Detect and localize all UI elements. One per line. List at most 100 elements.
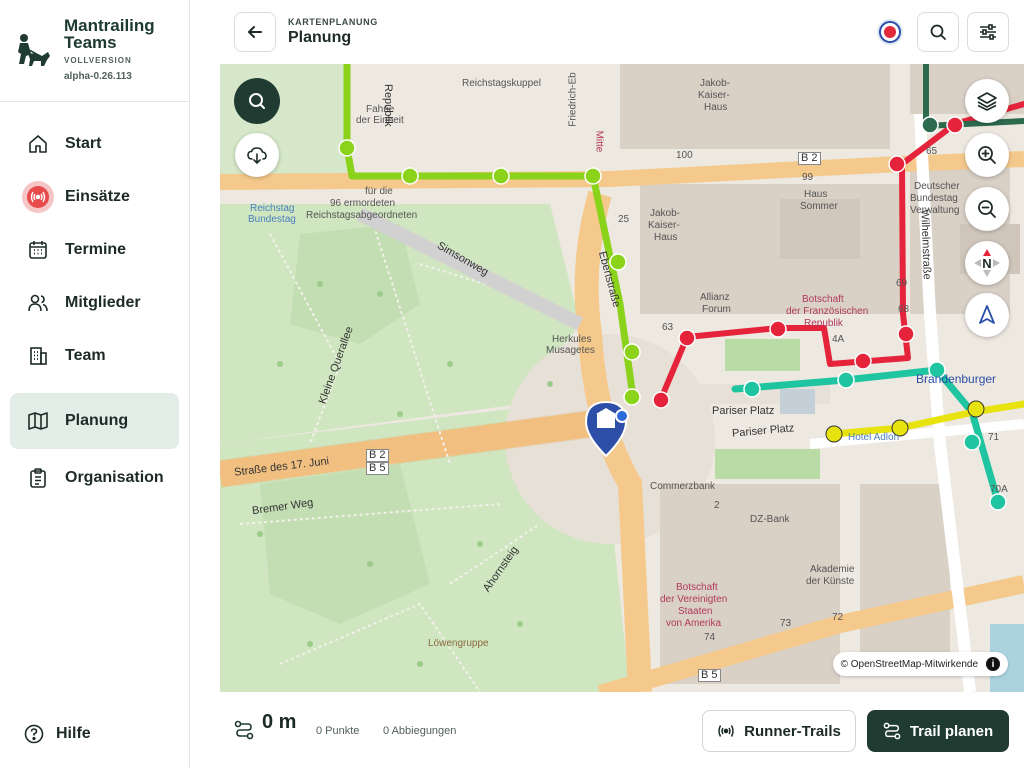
arrow-left-icon [248,26,262,38]
map-label: Reichstag [250,203,295,214]
sliders-icon [980,24,996,40]
top-bar: KARTENPLANUNG Planung [190,0,1024,64]
sidebar-item-start[interactable]: Start [10,122,179,166]
sidebar-item-termine[interactable]: Termine [10,228,179,272]
map-label: 72 [832,612,844,623]
road-shield: B 5 [698,669,721,682]
map-label: 63 [662,322,674,333]
map-label: Wilhelmstraße [918,209,933,280]
layers-icon [977,92,997,111]
map-label: Reichstagsabgeordneten [306,210,418,221]
sidebar-item-label: Termine [65,241,127,258]
brand-header: Mantrailing Teams VOLLVERSION alpha-0.26… [0,0,189,102]
sidebar: Mantrailing Teams VOLLVERSION alpha-0.26… [0,0,190,768]
zoom-out-button[interactable] [965,187,1009,231]
map-label: Sommer [800,201,838,212]
map-view[interactable]: Reichstagskuppel Fahne der Einheit Repub… [220,64,1024,692]
map-label: 2 [714,500,720,511]
map-label: Botschaft [802,294,844,305]
sidebar-item-planung[interactable]: Planung [10,393,179,449]
broadcast-icon [718,725,734,737]
search-icon [249,93,265,109]
runner-trails-label: Runner-Trails [744,722,841,740]
map-label: Bundestag [248,214,296,225]
plan-trail-button[interactable]: Trail planen [867,710,1009,752]
map-label: Akademie [810,564,855,575]
map-label: 25 [618,214,630,225]
map-label: Kaiser- [648,220,680,231]
map-label: Friedrich-Eb [567,72,579,127]
record-icon [877,19,903,45]
sidebar-item-mitglieder[interactable]: Mitglieder [10,281,179,325]
map-label: 69 [896,278,908,289]
map-icon [27,410,49,432]
app-name: Mantrailing Teams [64,16,155,52]
compass-button[interactable]: N [965,241,1009,285]
map-label: Commerzbank [650,481,716,492]
info-icon[interactable]: i [986,657,1000,671]
zoom-out-icon [978,200,996,218]
sidebar-item-einsaetze[interactable]: Einsätze [10,175,179,219]
zoom-in-icon [978,146,996,164]
bottom-bar: 0 m 0 Punkte 0 Abbiegungen Runner-Trails… [190,692,1024,768]
map-label: Hotel Adlon [848,432,900,443]
search-button[interactable] [917,12,959,52]
map-label: 4A [832,334,845,345]
map-label: Reichstagskuppel [462,78,541,89]
map-label: Kaiser- [698,90,730,101]
runner-trails-button[interactable]: Runner-Trails [702,710,856,752]
map-label: Allianz [700,292,730,303]
layers-button[interactable] [965,79,1009,123]
map-label: Musagetes [546,345,595,356]
filter-button[interactable] [967,12,1009,52]
locate-button[interactable] [965,293,1009,337]
sidebar-item-team[interactable]: Team [10,334,179,378]
map-label: Bundestag [910,193,958,204]
map-search-button[interactable] [234,78,280,124]
broadcast-icon [22,181,54,213]
map-label: Haus [704,102,728,113]
help-label: Hilfe [56,725,91,742]
road-shield: B 5 [366,462,389,475]
map-label: Haus [804,189,828,200]
clipboard-icon [27,467,49,489]
map-label: 99 [802,172,814,183]
zoom-in-button[interactable] [965,133,1009,177]
help-icon [24,724,44,744]
map-label: Herkules [552,334,592,345]
dog-handler-logo-icon [18,34,50,66]
map-label: 100 [676,150,693,161]
map-label: Republik [382,84,394,127]
road-shield: B 2 [366,449,389,462]
map-label: der Einheit [356,115,404,126]
cloud-download-icon [247,147,267,164]
sidebar-item-label: Organisation [65,469,164,486]
sidebar-item-label: Planung [65,412,129,429]
map-label: der Vereinigten [660,594,728,605]
map-label: Pariser Platz [712,405,775,417]
app-edition: VOLLVERSION [64,56,132,65]
map-label: Verwaltung [910,205,960,216]
turns-count: 0 Abbiegungen [383,725,457,737]
distance-value: 0 m [262,711,297,733]
page-title: Planung [288,29,352,46]
compass-icon: N [974,249,1000,277]
breadcrumb: KARTENPLANUNG [288,17,378,27]
sidebar-item-organisation[interactable]: Organisation [10,456,179,500]
map-label: Brandenburger [916,372,997,386]
back-button[interactable] [234,12,276,52]
road-shield: B 2 [798,152,821,165]
points-count: 0 Punkte [316,725,360,737]
map-label: Jakob- [700,78,731,89]
calendar-icon [27,239,49,261]
building-icon [27,345,49,367]
navigation-arrow-icon [979,305,995,324]
map-base-layer [220,64,1024,692]
map-label: 71 [988,432,1000,443]
record-button[interactable] [870,12,910,52]
map-label: Löwengruppe [428,638,489,649]
help-link[interactable]: Hilfe [24,724,91,744]
home-icon [27,133,49,155]
map-label: 68 [898,304,910,315]
download-map-button[interactable] [235,133,279,177]
